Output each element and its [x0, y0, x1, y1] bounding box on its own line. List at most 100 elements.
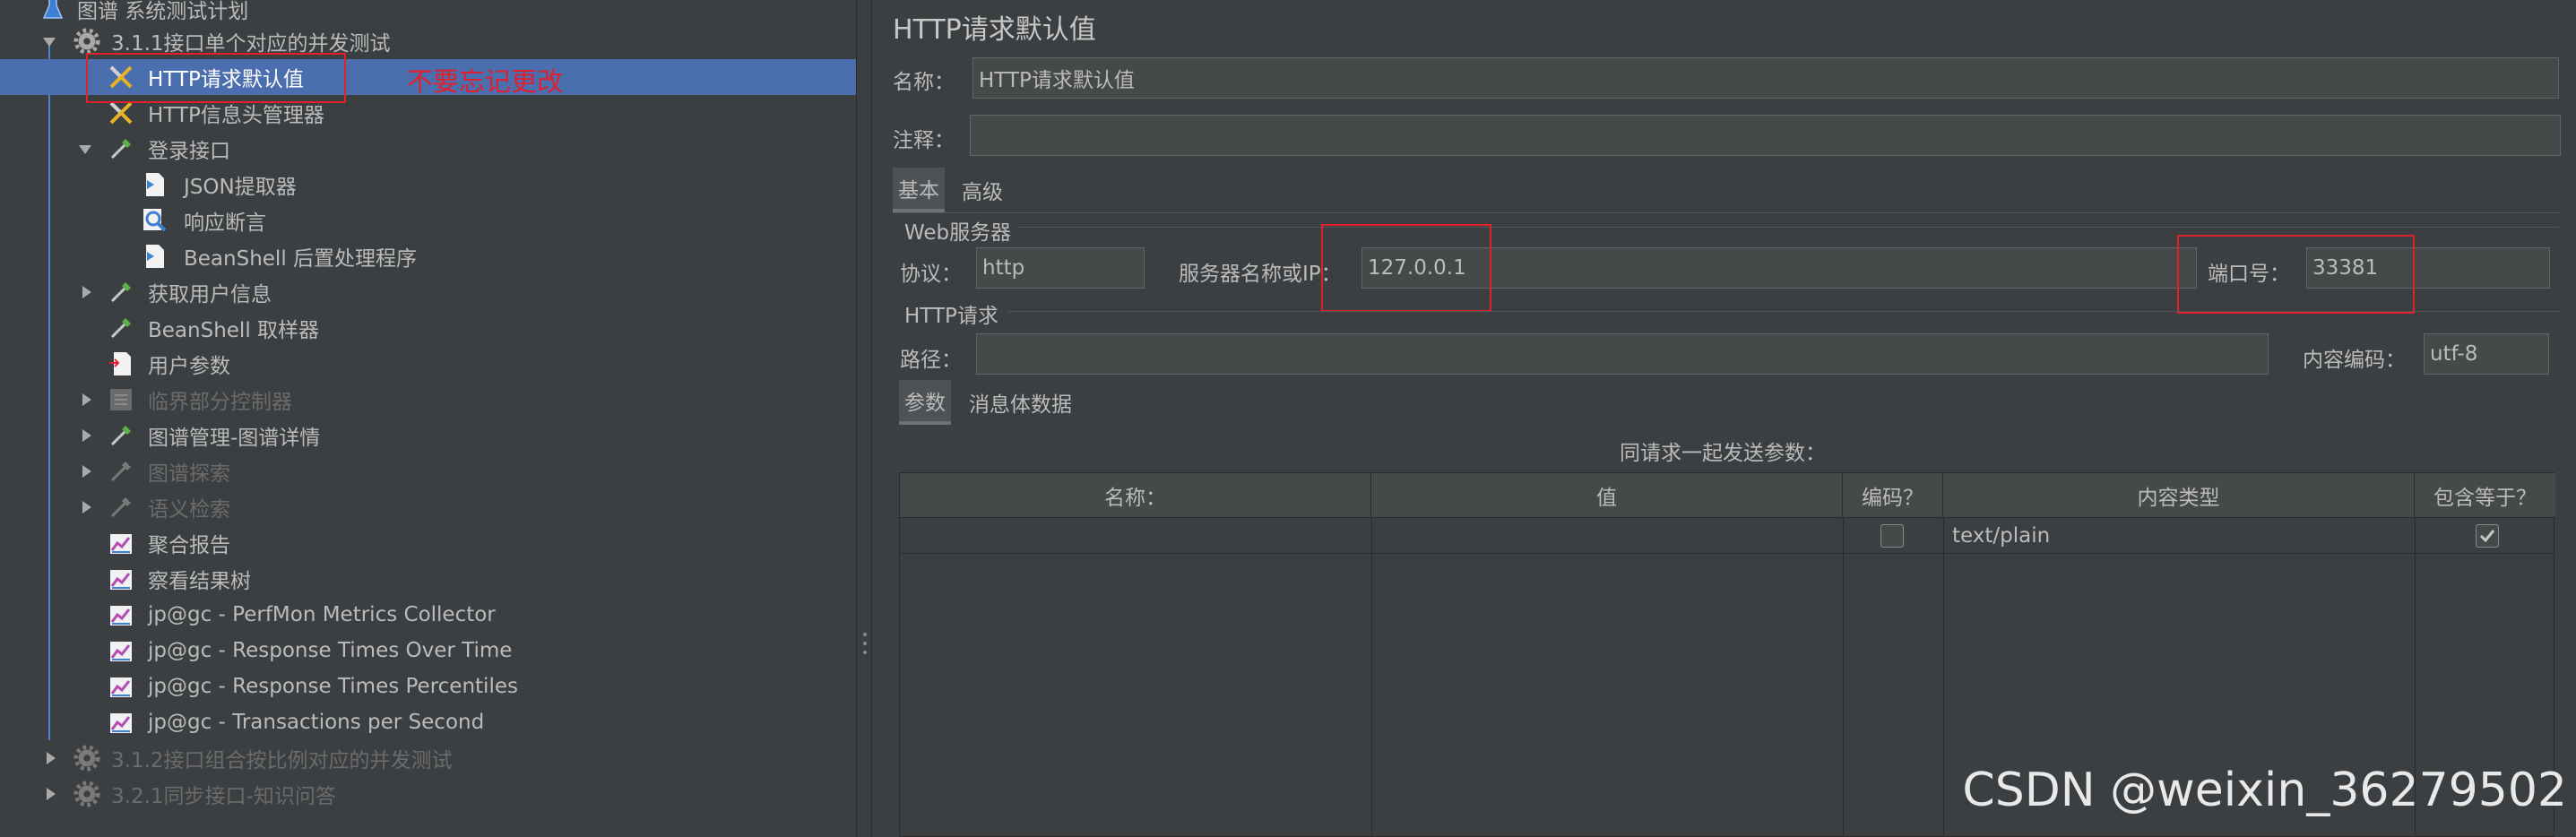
collapse-toggle-icon[interactable] — [82, 501, 91, 513]
gear-icon — [73, 744, 100, 772]
pipette-icon — [108, 493, 134, 522]
collapse-toggle-icon[interactable] — [82, 393, 91, 406]
tree-item-login-sampler[interactable]: 登录接口 — [0, 131, 856, 167]
column-header-name[interactable]: 名称： — [900, 473, 1371, 518]
tree-item-graph-detail[interactable]: 图谱管理-图谱详情 — [0, 418, 856, 453]
checkmark-icon — [2479, 530, 2495, 543]
tree-item-label: 临界部分控制器 — [148, 391, 292, 414]
tree-item-view-results-tree[interactable]: 察看结果树 — [0, 561, 856, 597]
collapse-toggle-icon[interactable] — [82, 286, 91, 298]
column-header-value[interactable]: 值 — [1371, 473, 1843, 518]
tab-body-data[interactable]: 消息体数据 — [964, 384, 1077, 420]
content-type-cell[interactable]: text/plain — [1952, 524, 2050, 548]
tree-item-label: 3.1.2接口组合按比例对应的并发测试 — [111, 749, 453, 772]
column-header-encode[interactable]: 编码？ — [1843, 473, 1943, 518]
tree-item-label: 响应断言 — [184, 211, 266, 235]
tree-item-label: 登录接口 — [148, 140, 230, 163]
tab-divider — [893, 212, 2560, 213]
tree-item-response-assertion[interactable]: 响应断言 — [0, 203, 856, 238]
annotation-text: 不要忘记更改 — [407, 66, 564, 97]
expand-toggle-icon[interactable] — [79, 145, 91, 154]
tab-basic[interactable]: 基本 — [893, 168, 945, 212]
gear-icon — [73, 780, 100, 808]
annotation-highlight-box — [86, 53, 346, 103]
graph-icon — [108, 636, 134, 665]
column-header-content-type[interactable]: 内容类型 — [1943, 473, 2415, 518]
pipette-icon — [108, 134, 134, 163]
document-icon — [142, 170, 169, 199]
tree-item-beanshell-sampler[interactable]: BeanShell 取样器 — [0, 310, 856, 346]
tree-item-thread-group-321[interactable]: 3.2.1同步接口-知识问答 — [0, 776, 856, 812]
encoding-label: 内容编码： — [2303, 349, 2406, 372]
tree-item-beanshell-postprocessor[interactable]: BeanShell 后置处理程序 — [0, 238, 856, 274]
tree-item-json-extractor[interactable]: JSON提取器 — [0, 167, 856, 203]
test-plan-tree[interactable]: 图谱 系统测试计划 3.1.1接口单个对应的并发测试 HTTP请求默认值 HTT… — [0, 0, 856, 837]
document-icon — [142, 242, 169, 271]
tree-item-graph-explore[interactable]: 图谱探索 — [0, 453, 856, 489]
name-field[interactable]: HTTP请求默认值 — [972, 57, 2559, 99]
watermark-text: CSDN @weixin_36279502 — [1962, 764, 2567, 817]
tree-item-label: 察看结果树 — [148, 570, 251, 593]
tree-item-label: jp@gc - Response Times Percentiles — [148, 675, 518, 698]
name-label: 名称： — [893, 71, 955, 94]
tree-item-transactions-per-second[interactable]: jp@gc - Transactions per Second — [0, 704, 856, 740]
tree-item-aggregate-report[interactable]: 聚合报告 — [0, 525, 856, 561]
tree-item-perfmon[interactable]: jp@gc - PerfMon Metrics Collector — [0, 597, 856, 633]
comment-label: 注释： — [893, 129, 955, 152]
tab-parameters[interactable]: 参数 — [899, 380, 951, 425]
graph-icon — [108, 529, 134, 557]
tab-advanced[interactable]: 高级 — [956, 172, 1008, 208]
section-divider — [1017, 227, 2559, 228]
tree-item-label: 语义检索 — [148, 498, 230, 522]
graph-icon — [108, 565, 134, 593]
tree-item-get-user-info[interactable]: 获取用户信息 — [0, 274, 856, 310]
tree-item-label: jp@gc - PerfMon Metrics Collector — [148, 603, 496, 626]
gear-icon — [73, 27, 100, 56]
server-label: 服务器名称或IP： — [1179, 263, 1342, 286]
tree-item-label: JSON提取器 — [184, 176, 297, 199]
magnifier-icon — [142, 206, 169, 235]
tree-item-label: 图谱探索 — [148, 462, 230, 486]
flask-icon — [39, 0, 66, 23]
tree-item-label: 图谱 系统测试计划 — [77, 0, 249, 23]
protocol-label: 协议： — [900, 263, 962, 286]
pipette-icon — [108, 421, 134, 450]
column-divider — [1843, 518, 1844, 837]
path-field[interactable] — [976, 333, 2269, 375]
graph-icon — [108, 708, 134, 737]
include-equals-checkbox[interactable] — [2476, 524, 2499, 548]
collapse-toggle-icon[interactable] — [82, 465, 91, 478]
collapse-toggle-icon[interactable] — [47, 752, 56, 764]
server-highlight-box — [1321, 224, 1491, 312]
collapse-toggle-icon[interactable] — [47, 788, 56, 800]
tree-item-label: BeanShell 取样器 — [148, 319, 320, 342]
tree-item-user-parameters[interactable]: 用户参数 — [0, 346, 856, 382]
tree-item-label: 获取用户信息 — [148, 283, 272, 306]
section-divider — [1008, 311, 2559, 312]
tree-item-label: jp@gc - Transactions per Second — [148, 711, 485, 734]
tree-item-semantic-search[interactable]: 语义检索 — [0, 489, 856, 525]
tree-item-critical-section[interactable]: 临界部分控制器 — [0, 382, 856, 418]
tree-item-response-times-percentiles[interactable]: jp@gc - Response Times Percentiles — [0, 669, 856, 704]
tree-item-response-times-over-time[interactable]: jp@gc - Response Times Over Time — [0, 633, 856, 669]
table-row[interactable]: text/plain — [900, 518, 2555, 554]
expand-toggle-icon[interactable] — [43, 38, 56, 47]
tree-item-label: 图谱管理-图谱详情 — [148, 427, 321, 450]
document-icon — [108, 349, 134, 378]
collapse-toggle-icon[interactable] — [82, 429, 91, 442]
encoding-field[interactable]: utf-8 — [2424, 333, 2549, 375]
encode-checkbox[interactable] — [1880, 524, 1904, 548]
pipette-icon — [108, 314, 134, 342]
pipette-icon — [108, 278, 134, 306]
tree-item-label: 聚合报告 — [148, 534, 230, 557]
tree-item-label: 3.1.1接口单个对应的并发测试 — [111, 32, 391, 56]
protocol-field[interactable]: http — [976, 247, 1145, 289]
path-label: 路径： — [900, 349, 962, 372]
tree-item-thread-group-312[interactable]: 3.1.2接口组合按比例对应的并发测试 — [0, 740, 856, 776]
column-divider — [1943, 518, 1944, 837]
comment-field[interactable] — [970, 115, 2561, 156]
column-header-include-equals[interactable]: 包含等于？ — [2415, 473, 2555, 518]
pane-splitter[interactable] — [856, 0, 872, 837]
column-divider — [1371, 518, 1372, 837]
http-request-section-label: HTTP请求 — [904, 305, 998, 328]
